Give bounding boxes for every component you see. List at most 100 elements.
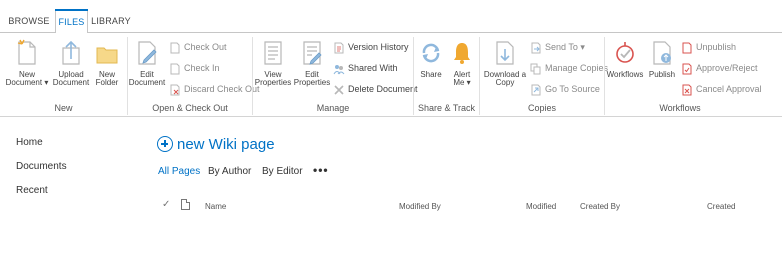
new-folder-button[interactable]: New Folder: [92, 39, 122, 87]
view-all-pages[interactable]: All Pages: [158, 166, 200, 177]
send-to-label: Send To ▾: [545, 41, 585, 52]
more-options-button[interactable]: •••: [313, 163, 329, 177]
version-history-label: Version History: [348, 42, 409, 52]
column-header-created[interactable]: Created: [707, 202, 735, 211]
workflows-button[interactable]: Workflows: [607, 39, 643, 79]
cancel-approval-icon: [681, 83, 693, 96]
group-workflows: Workflows Publish Unpublish Approve/Reje…: [605, 33, 762, 117]
go-to-source-icon: [530, 83, 542, 96]
select-all-checkmark-icon[interactable]: ✓: [162, 199, 170, 210]
go-to-source-button[interactable]: Go To Source: [530, 82, 600, 96]
check-in-button[interactable]: Check In: [169, 61, 220, 75]
document-type-icon: [181, 199, 190, 210]
alert-me-label: Alert Me ▾: [453, 70, 471, 87]
version-history-button[interactable]: Version History: [333, 40, 409, 54]
view-properties-button[interactable]: View Properties: [253, 39, 293, 87]
group-manage: View Properties Edit Properties Version …: [253, 33, 418, 117]
view-by-editor[interactable]: By Editor: [262, 166, 303, 177]
approve-reject-label: Approve/Reject: [696, 63, 758, 73]
column-header-created-by[interactable]: Created By: [580, 202, 620, 211]
group-share-track-label: Share & Track: [417, 103, 476, 113]
column-header-name[interactable]: Name: [205, 202, 226, 211]
ribbon-tabbar: BROWSE FILES LIBRARY: [0, 0, 782, 33]
group-manage-label: Manage: [316, 103, 350, 113]
nav-item-documents[interactable]: Documents: [16, 161, 67, 172]
version-history-icon: [333, 41, 345, 54]
cancel-approval-label: Cancel Approval: [696, 84, 762, 94]
new-wiki-page-label: new Wiki page: [177, 135, 275, 153]
new-document-label: New Document ▾: [5, 70, 49, 87]
bell-icon: [449, 39, 475, 67]
workflows-label: Workflows: [606, 70, 644, 79]
download-copy-button[interactable]: Download a Copy: [482, 39, 528, 87]
download-copy-label: Download a Copy: [483, 70, 527, 87]
check-out-button[interactable]: Check Out: [169, 40, 227, 54]
delete-document-label: Delete Document: [348, 84, 418, 94]
edit-document-icon: [134, 39, 160, 67]
check-out-label: Check Out: [184, 42, 227, 52]
upload-document-button[interactable]: Upload Document: [50, 39, 92, 87]
publish-icon: [649, 39, 675, 67]
download-icon: [492, 39, 518, 67]
manage-copies-button[interactable]: Manage Copies: [530, 61, 608, 75]
alert-me-button[interactable]: Alert Me ▾: [448, 39, 476, 87]
nav-item-recent[interactable]: Recent: [16, 185, 48, 196]
share-icon: [418, 39, 444, 67]
go-to-source-label: Go To Source: [545, 84, 600, 94]
column-header-modified[interactable]: Modified: [526, 202, 556, 211]
delete-document-button[interactable]: Delete Document: [333, 82, 418, 96]
share-button[interactable]: Share: [416, 39, 446, 79]
shared-with-label: Shared With: [348, 63, 398, 73]
ribbon: New Document ▾ Upload Document New Folde…: [0, 33, 782, 117]
send-to-button[interactable]: Send To ▾: [530, 40, 585, 54]
tab-browse[interactable]: BROWSE: [6, 9, 52, 33]
group-copies: Download a Copy Send To ▾ Manage Copies …: [480, 33, 608, 117]
discard-check-out-button[interactable]: Discard Check Out: [169, 82, 260, 96]
group-copies-label: Copies: [527, 103, 556, 113]
approve-reject-icon: [681, 62, 693, 75]
edit-properties-label: Edit Properties: [293, 70, 331, 87]
shared-with-icon: [333, 62, 345, 75]
manage-copies-icon: [530, 62, 542, 75]
group-new: New Document ▾ Upload Document New Folde…: [0, 33, 127, 117]
tab-files[interactable]: FILES: [55, 9, 88, 33]
new-folder-label: New Folder: [95, 70, 119, 87]
new-wiki-page-link[interactable]: new Wiki page: [157, 134, 275, 154]
ribbon-bottom-border: [0, 116, 782, 117]
delete-icon: [333, 83, 345, 95]
view-by-author[interactable]: By Author: [208, 166, 251, 177]
discard-check-out-icon: [169, 83, 181, 96]
upload-document-label: Upload Document: [52, 70, 90, 87]
new-document-icon: [14, 39, 40, 67]
workflows-icon: [612, 39, 638, 67]
manage-copies-label: Manage Copies: [545, 63, 609, 73]
check-in-label: Check In: [184, 63, 220, 73]
upload-icon: [58, 39, 84, 67]
shared-with-button[interactable]: Shared With: [333, 61, 398, 75]
unpublish-label: Unpublish: [696, 42, 737, 52]
discard-check-out-label: Discard Check Out: [184, 84, 260, 94]
cancel-approval-button[interactable]: Cancel Approval: [681, 82, 762, 96]
edit-document-label: Edit Document: [128, 70, 166, 87]
check-in-icon: [169, 62, 181, 75]
tab-library[interactable]: LIBRARY: [89, 9, 133, 33]
group-share-track: Share Alert Me ▾ Share & Track: [414, 33, 479, 117]
unpublish-button[interactable]: Unpublish: [681, 40, 736, 54]
view-properties-label: View Properties: [254, 70, 292, 87]
folder-icon: [94, 39, 120, 67]
unpublish-icon: [681, 41, 693, 54]
add-circle-icon: [157, 136, 173, 152]
publish-button[interactable]: Publish: [647, 39, 677, 79]
approve-reject-button[interactable]: Approve/Reject: [681, 61, 758, 75]
column-header-modified-by[interactable]: Modified By: [399, 202, 441, 211]
edit-properties-button[interactable]: Edit Properties: [293, 39, 331, 87]
new-document-button[interactable]: New Document ▾: [5, 39, 49, 87]
check-out-icon: [169, 41, 181, 54]
nav-item-home[interactable]: Home: [16, 137, 43, 148]
group-workflows-label: Workflows: [659, 103, 701, 113]
edit-document-button[interactable]: Edit Document: [128, 39, 166, 87]
edit-properties-icon: [299, 39, 325, 67]
send-to-icon: [530, 41, 542, 54]
group-open-check-out-label: Open & Check Out: [152, 103, 228, 113]
publish-label: Publish: [648, 70, 676, 79]
